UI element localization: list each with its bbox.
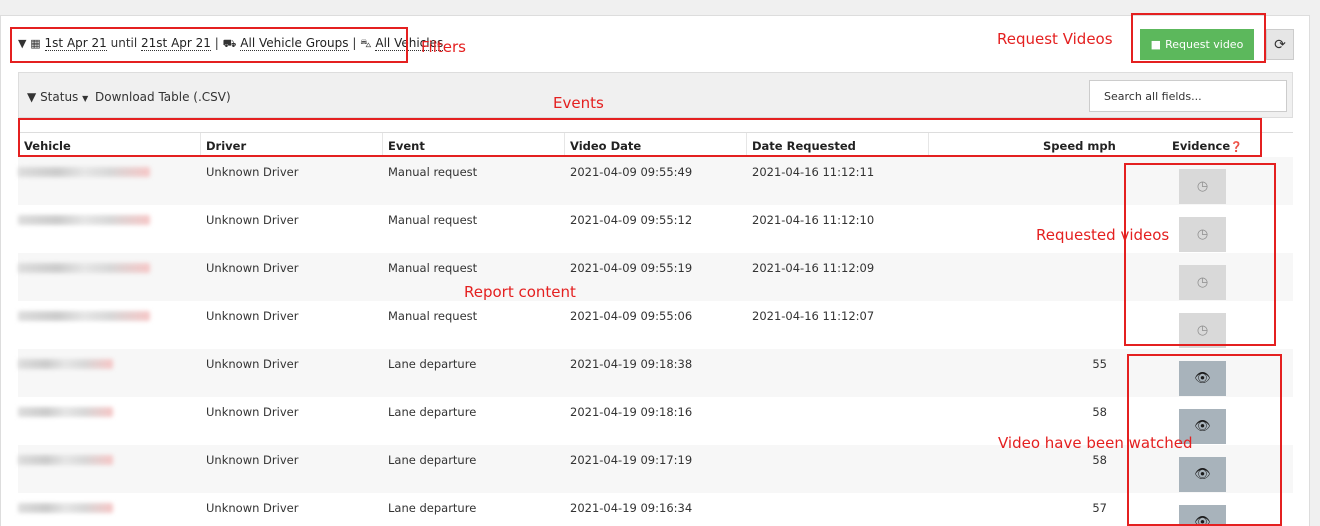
download-csv-link[interactable]: Download Table (.CSV) — [95, 90, 231, 104]
table-row: Unknown Driver Manual request 2021-04-09 0… — [18, 157, 1293, 205]
vehicle-name-redacted — [18, 263, 150, 273]
filters-annotation-box — [10, 27, 408, 63]
date-requested-cell: 2021-04-16 11:12:09 — [752, 261, 875, 275]
date-requested-cell: 2021-04-16 11:12:07 — [752, 309, 875, 323]
refresh-button[interactable]: ⟳ — [1266, 29, 1294, 60]
table-toolbar: ▼ Status ▼ Download Table (.CSV) — [18, 72, 1293, 118]
filter-icon: ▼ — [27, 90, 37, 104]
video-date-cell: 2021-04-19 09:17:19 — [570, 453, 693, 467]
vehicle-name-redacted — [18, 503, 113, 513]
driver-cell: Unknown Driver — [206, 261, 299, 275]
speed-cell: 57 — [1092, 501, 1107, 515]
requested-videos-annotation: Requested videos — [1036, 226, 1170, 244]
table-row: Unknown Driver Manual request 2021-04-09 0… — [18, 253, 1293, 301]
requested-videos-annotation-box — [1124, 163, 1276, 346]
driver-cell: Unknown Driver — [206, 165, 299, 179]
speed-cell: 58 — [1092, 405, 1107, 419]
event-cell: Manual request — [388, 261, 478, 275]
table-row: Unknown Driver Manual request 2021-04-09 0… — [18, 301, 1293, 349]
video-date-cell: 2021-04-19 09:18:38 — [570, 357, 693, 371]
video-date-cell: 2021-04-19 09:18:16 — [570, 405, 693, 419]
table-row: Unknown Driver Lane departure 2021-04-19 0… — [18, 493, 1293, 526]
search-input[interactable] — [1089, 80, 1287, 112]
event-cell: Lane departure — [388, 357, 477, 371]
event-cell: Manual request — [388, 309, 478, 323]
driver-cell: Unknown Driver — [206, 501, 299, 515]
filters-annotation: Filters — [421, 38, 466, 56]
video-date-cell: 2021-04-09 09:55:06 — [570, 309, 693, 323]
vehicle-name-redacted — [18, 311, 150, 321]
event-cell: Lane departure — [388, 405, 477, 419]
driver-cell: Unknown Driver — [206, 357, 299, 371]
driver-cell: Unknown Driver — [206, 309, 299, 323]
vehicle-name-redacted — [18, 167, 150, 177]
video-date-cell: 2021-04-19 09:16:34 — [570, 501, 693, 515]
caret-down-icon: ▼ — [82, 94, 89, 103]
event-cell: Manual request — [388, 213, 478, 227]
speed-cell: 58 — [1092, 453, 1107, 467]
event-cell: Lane departure — [388, 501, 477, 515]
request-videos-annotation-box — [1131, 13, 1266, 63]
video-date-cell: 2021-04-09 09:55:49 — [570, 165, 693, 179]
report-content-annotation: Report content — [464, 283, 576, 301]
date-requested-cell: 2021-04-16 11:12:11 — [752, 165, 875, 179]
vehicle-name-redacted — [18, 215, 150, 225]
vehicle-name-redacted — [18, 407, 113, 417]
driver-cell: Unknown Driver — [206, 213, 299, 227]
table-row: Unknown Driver Lane departure 2021-04-19 0… — [18, 349, 1293, 397]
date-requested-cell: 2021-04-16 11:12:10 — [752, 213, 875, 227]
driver-cell: Unknown Driver — [206, 405, 299, 419]
video-date-cell: 2021-04-09 09:55:12 — [570, 213, 693, 227]
vehicle-name-redacted — [18, 359, 113, 369]
status-dropdown[interactable]: ▼ Status ▼ — [27, 90, 88, 104]
vehicle-name-redacted — [18, 455, 113, 465]
speed-cell: 55 — [1092, 357, 1107, 371]
event-cell: Lane departure — [388, 453, 477, 467]
table-row: Unknown Driver Lane departure 2021-04-19 0… — [18, 445, 1293, 493]
watched-annotation: Video have been watched — [998, 434, 1193, 452]
events-annotation: Events — [553, 94, 604, 112]
status-label: Status — [40, 90, 79, 104]
driver-cell: Unknown Driver — [206, 453, 299, 467]
request-videos-annotation: Request Videos — [997, 30, 1113, 48]
video-date-cell: 2021-04-09 09:55:19 — [570, 261, 693, 275]
refresh-icon: ⟳ — [1274, 36, 1286, 53]
event-cell: Manual request — [388, 165, 478, 179]
events-annotation-box — [18, 118, 1262, 157]
